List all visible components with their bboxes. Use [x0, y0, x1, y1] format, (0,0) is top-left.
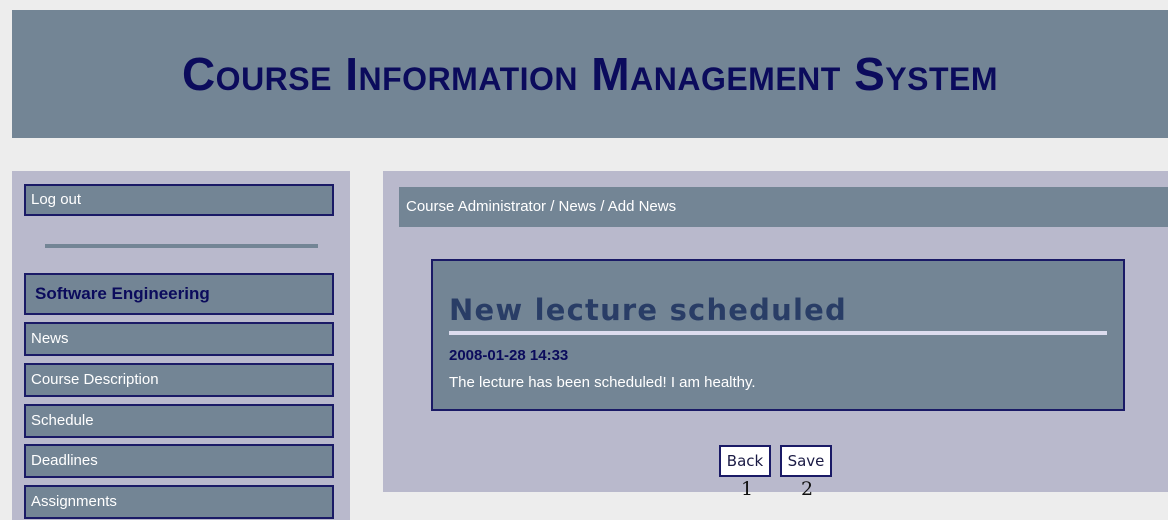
news-title-rule	[449, 331, 1107, 335]
news-body: The lecture has been scheduled! I am hea…	[449, 374, 756, 391]
sidebar: Log out Software Engineering News Course…	[12, 171, 350, 520]
news-preview: New lecture scheduled 2008-01-28 14:33 T…	[431, 259, 1125, 411]
sidebar-item-news[interactable]: News	[24, 322, 334, 356]
sidebar-item-deadlines[interactable]: Deadlines	[24, 444, 334, 478]
site-title: Course Information Management System	[181, 48, 999, 100]
sidebar-item-schedule[interactable]: Schedule	[24, 404, 334, 438]
news-title: New lecture scheduled	[449, 293, 847, 327]
back-button[interactable]: Back	[719, 445, 771, 477]
back-number-label: 1	[741, 478, 754, 500]
site-header: Course Information Management System	[12, 10, 1168, 138]
sidebar-divider	[45, 244, 318, 248]
course-heading[interactable]: Software Engineering	[24, 273, 334, 315]
sidebar-item-assignments[interactable]: Assignments	[24, 485, 334, 519]
save-button[interactable]: Save	[780, 445, 832, 477]
save-number-label: 2	[801, 478, 814, 500]
breadcrumb: Course Administrator / News / Add News	[399, 187, 1168, 227]
main-panel: Course Administrator / News / Add News N…	[383, 171, 1168, 492]
news-date: 2008-01-28 14:33	[449, 347, 569, 364]
logout-link[interactable]: Log out	[24, 184, 334, 216]
sidebar-item-course-description[interactable]: Course Description	[24, 363, 334, 397]
